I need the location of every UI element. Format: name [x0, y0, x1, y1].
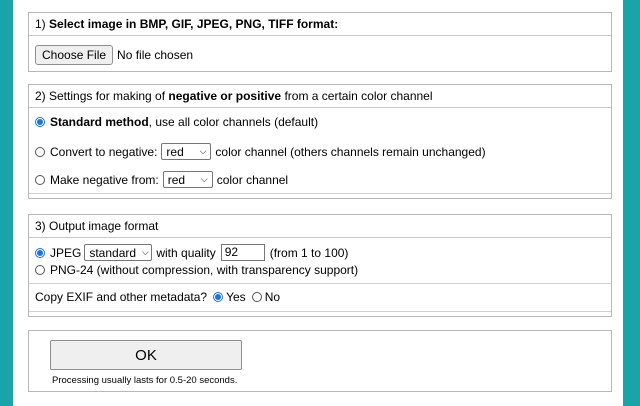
make-negative-channel-select[interactable]: red ⌵	[162, 171, 213, 188]
chevron-down-icon: ⌵	[200, 174, 208, 184]
quality-label: with quality	[156, 245, 216, 260]
chevron-down-icon: ⌵	[142, 247, 149, 257]
jpeg-radio[interactable]	[35, 247, 45, 258]
standard-method-radio[interactable]	[35, 117, 45, 127]
exif-yes-radio[interactable]	[213, 292, 224, 302]
option-standard-method[interactable]: Standard method , use all color channels…	[35, 115, 318, 129]
standard-method-rest: , use all color channels (default)	[148, 115, 319, 129]
standard-method-bold: Standard method	[50, 115, 149, 129]
main-panel: 1) Select image in BMP, GIF, JPEG, PNG, …	[13, 0, 623, 406]
section-select-image: 1) Select image in BMP, GIF, JPEG, PNG, …	[28, 12, 612, 72]
section-negative-settings: 2) Settings for making of negative or po…	[28, 84, 612, 199]
section1-header: 1) Select image in BMP, GIF, JPEG, PNG, …	[29, 13, 611, 36]
exif-row: Copy EXIF and other metadata? Yes No	[35, 290, 280, 304]
convert-negative-label: Convert to negative:	[50, 144, 158, 159]
jpeg-mode-value: standard	[89, 245, 137, 260]
section2-header: 2) Settings for making of negative or po…	[29, 85, 611, 108]
choose-file-button[interactable]: Choose File	[35, 45, 114, 65]
exif-label: Copy EXIF and other metadata?	[35, 290, 208, 304]
section-submit: OK Processing usually lasts for 0.5-20 s…	[28, 330, 612, 392]
png24-label: PNG-24 (without compression, with transp…	[50, 263, 359, 277]
convert-channel-value: red	[166, 144, 184, 159]
convert-negative-radio[interactable]	[35, 146, 45, 157]
no-file-chosen-text: No file chosen	[117, 48, 194, 62]
make-negative-suffix: color channel	[216, 172, 289, 187]
section2-divider	[29, 193, 611, 194]
option-png24[interactable]: PNG-24 (without compression, with transp…	[35, 263, 358, 277]
option-convert-negative[interactable]: Convert to negative: red ⌵ color channel…	[35, 143, 486, 160]
convert-channel-select[interactable]: red ⌵	[161, 143, 212, 160]
section1-number: 1)	[35, 17, 46, 31]
section2-title-prefix: 2) Settings for making of	[35, 89, 166, 103]
processing-note: Processing usually lasts for 0.5-20 seco…	[52, 375, 238, 386]
chevron-down-icon: ⌵	[199, 146, 207, 156]
section2-title-bold: negative or positive	[168, 89, 282, 103]
exif-no-label: No	[264, 290, 281, 304]
quality-range-text: (from 1 to 100)	[269, 245, 349, 260]
section3-header: 3) Output image format	[29, 215, 611, 238]
option-jpeg[interactable]: JPEG standard ⌵ with quality 92 (from 1 …	[35, 244, 348, 261]
png24-radio[interactable]	[35, 265, 45, 275]
jpeg-label: JPEG	[50, 245, 82, 260]
quality-input[interactable]: 92	[220, 244, 265, 261]
jpeg-mode-select[interactable]: standard ⌵	[84, 244, 153, 261]
make-negative-channel-value: red	[167, 172, 186, 187]
option-make-negative-from[interactable]: Make negative from: red ⌵ color channel	[35, 171, 288, 188]
exif-no-radio[interactable]	[251, 292, 262, 302]
section-output-format: 3) Output image format JPEG standard ⌵ w…	[28, 214, 612, 317]
section1-title: Select image in BMP, GIF, JPEG, PNG, TIF…	[49, 17, 339, 31]
convert-negative-suffix: color channel (others channels remain un…	[215, 144, 486, 159]
make-negative-label: Make negative from:	[50, 172, 159, 187]
section3-divider	[29, 283, 611, 284]
section3-bottom-divider	[29, 311, 611, 312]
exif-yes-label: Yes	[226, 290, 246, 304]
make-negative-radio[interactable]	[35, 174, 45, 185]
ok-button[interactable]: OK	[50, 340, 242, 370]
section2-title-suffix: from a certain color channel	[284, 89, 433, 103]
